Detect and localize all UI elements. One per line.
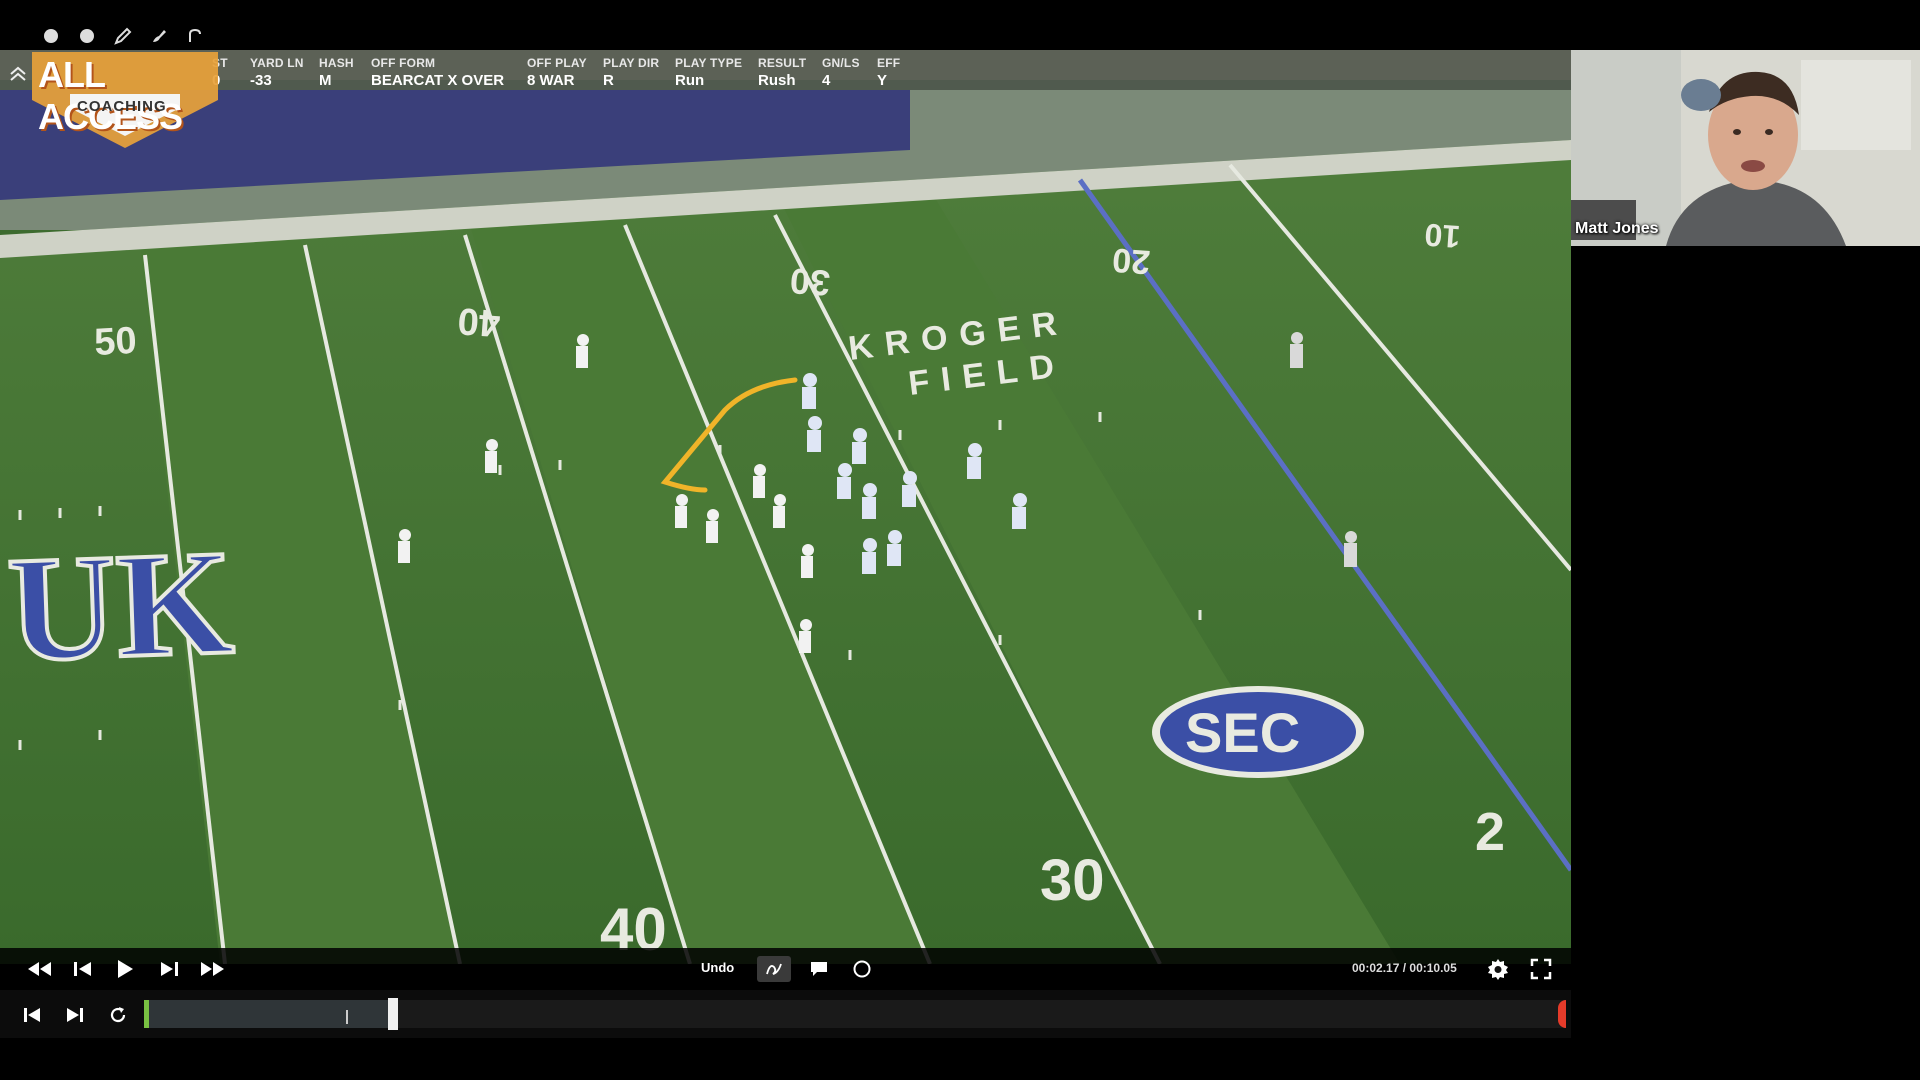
all-access-coaching-logo: ALL ACCESS COACHING <box>30 50 220 150</box>
video-player[interactable]: 50 40 30 20 10 KROGER FIELD 40 30 2 UK S… <box>0 50 1571 964</box>
brush-icon[interactable] <box>148 25 170 47</box>
play-info-header-label: HASH <box>319 56 354 70</box>
sec-field-logo: SEC <box>1152 686 1364 778</box>
yard-number-50: 50 <box>93 320 137 364</box>
play-info-value: R <box>603 72 614 89</box>
play-info-yard-ln: YARD LN -33 <box>250 56 304 89</box>
play-info-off-form: OFF FORM BEARCAT X OVER <box>371 56 504 89</box>
timeline-end-marker <box>1558 1000 1566 1028</box>
yard-number-40-left: 40 <box>456 299 501 344</box>
play-icon[interactable] <box>112 956 138 982</box>
step-back-icon[interactable] <box>70 956 96 982</box>
play-info-value: Y <box>877 72 888 89</box>
play-info-value: BEARCAT X OVER <box>371 72 505 89</box>
play-info-off-play: OFF PLAY 8 WAR <box>527 56 587 89</box>
play-info-hash: HASH M <box>319 56 354 89</box>
timeline-bar <box>0 990 1571 1038</box>
yard-number-30-bottom: 30 <box>1040 848 1105 913</box>
play-info-value: Rush <box>758 72 796 89</box>
play-info-header-label: EFF <box>877 56 901 70</box>
play-info-value: Run <box>675 72 705 89</box>
yard-number-10-top: 10 <box>1423 217 1461 255</box>
current-time: 00:02.17 <box>1352 961 1400 975</box>
play-info-header-label: OFF FORM <box>371 56 436 70</box>
play-info-value: 4 <box>822 72 831 89</box>
yard-number-30-top: 30 <box>789 260 832 304</box>
timeline-playhead[interactable] <box>387 998 398 1030</box>
playback-time: 00:02.17 / 00:10.05 <box>1352 961 1457 975</box>
timeline-start-marker <box>144 1000 149 1028</box>
webcam-feed: Matt Jones <box>1571 50 1920 246</box>
play-info-play-type: PLAY TYPE Run <box>675 56 742 89</box>
timeline-marker <box>345 1010 348 1024</box>
loop-icon[interactable] <box>106 1002 130 1028</box>
step-forward-icon[interactable] <box>156 956 182 982</box>
play-info-eff: EFF Y <box>877 56 900 89</box>
play-info-header-label: PLAY DIR <box>603 56 660 70</box>
uk-field-logo: UK <box>5 519 236 693</box>
annotation-toolbar <box>40 22 206 50</box>
play-info-header-label: PLAY TYPE <box>675 56 743 70</box>
screen: 50 40 30 20 10 KROGER FIELD 40 30 2 UK S… <box>0 0 1920 1080</box>
total-time: 00:10.05 <box>1409 961 1457 975</box>
circle-dot-icon[interactable] <box>76 25 98 47</box>
play-info-header-label: GN/LS <box>822 56 860 70</box>
skip-to-end-icon[interactable] <box>63 1002 87 1028</box>
logo-main-text: ALL ACCESS <box>38 54 183 137</box>
draw-tool-icon[interactable] <box>757 956 791 982</box>
play-info-header-label: RESULT <box>758 56 807 70</box>
webcam-video <box>1571 50 1920 246</box>
play-info-header: ST 0 YARD LN -33 HASH M OFF FORM BEARCAT… <box>0 50 1571 90</box>
logo-sub-text: COACHING <box>77 98 167 115</box>
play-info-header-label: OFF PLAY <box>527 56 587 70</box>
football-field-frame: 50 40 30 20 10 KROGER FIELD 40 30 2 UK S… <box>0 50 1571 964</box>
skip-to-start-icon[interactable] <box>20 1002 44 1028</box>
timeline-progress <box>144 1000 393 1028</box>
comment-icon[interactable] <box>806 956 832 982</box>
rewind-icon[interactable] <box>24 956 54 982</box>
play-info-value: M <box>319 72 332 89</box>
circle-dot-icon[interactable] <box>40 25 62 47</box>
timeline-track[interactable] <box>144 998 1566 1030</box>
pencil-icon[interactable] <box>112 25 134 47</box>
hook-icon[interactable] <box>184 25 206 47</box>
undo-button[interactable]: Undo <box>701 960 734 975</box>
gear-icon[interactable] <box>1484 956 1512 982</box>
play-info-play-dir: PLAY DIR R <box>603 56 659 89</box>
fullscreen-icon[interactable] <box>1527 956 1555 982</box>
yard-number-20-top: 20 <box>1111 241 1151 282</box>
play-info-value: -33 <box>250 72 272 89</box>
play-info-result: RESULT Rush <box>758 56 806 89</box>
time-separator: / <box>1399 961 1410 975</box>
playback-controls: Undo 00:02.17 / 00:10.05 <box>0 948 1571 990</box>
participant-name: Matt Jones <box>1575 220 1659 237</box>
play-info-value: 8 WAR <box>527 72 575 89</box>
fast-forward-icon[interactable] <box>198 956 228 982</box>
yard-number-20-bottom: 2 <box>1475 802 1505 862</box>
chevron-up-icon[interactable] <box>8 64 28 84</box>
play-info-gn-ls: GN/LS 4 <box>822 56 860 89</box>
circle-shape-icon[interactable] <box>849 956 875 982</box>
play-info-header-label: YARD LN <box>250 56 304 70</box>
svg-text:SEC: SEC <box>1185 701 1300 764</box>
